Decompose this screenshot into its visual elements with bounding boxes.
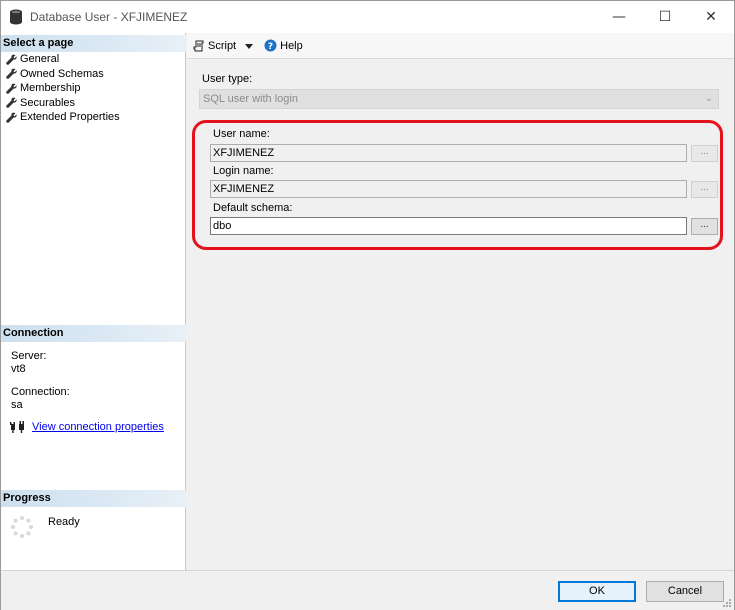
dialog-button-bar: OK Cancel xyxy=(1,570,734,610)
script-label: Script xyxy=(208,39,237,52)
view-connection-properties-link[interactable]: View connection properties xyxy=(32,421,164,433)
maximize-icon: ☐ xyxy=(658,9,672,25)
login-name-label: Login name: xyxy=(213,165,274,177)
cancel-button[interactable]: Cancel xyxy=(646,581,724,602)
toolbar: Script ? Help xyxy=(187,33,734,59)
page-item-owned-schemas[interactable]: Owned Schemas xyxy=(1,67,186,82)
user-name-field[interactable]: XFJIMENEZ xyxy=(210,144,687,162)
progress-status: Ready xyxy=(48,516,80,528)
page-item-label: Owned Schemas xyxy=(20,67,104,80)
resize-grip-icon[interactable] xyxy=(722,598,732,608)
user-name-browse-button[interactable]: ... xyxy=(691,145,718,162)
page-item-label: Securables xyxy=(20,96,76,109)
default-schema-label: Default schema: xyxy=(213,202,293,214)
help-label: Help xyxy=(280,39,303,52)
wrench-icon xyxy=(6,83,17,94)
connection-plug-icon xyxy=(10,421,24,433)
svg-text:?: ? xyxy=(268,42,273,52)
user-type-value: SQL user with login xyxy=(203,93,298,105)
login-name-field[interactable]: XFJIMENEZ xyxy=(210,180,687,198)
close-icon: ✕ xyxy=(705,9,717,25)
page-item-label: Extended Properties xyxy=(20,111,120,124)
user-type-label: User type: xyxy=(202,73,253,85)
minimize-button[interactable]: — xyxy=(596,1,642,33)
title-bar: Database User - XFJIMENEZ — ☐ ✕ xyxy=(1,1,734,33)
window-title: Database User - XFJIMENEZ xyxy=(30,10,188,24)
left-pane: Select a page General Owned Schemas Memb… xyxy=(1,33,186,570)
general-page-content: User type: SQL user with login ⌄ User na… xyxy=(187,60,734,570)
login-name-browse-button[interactable]: ... xyxy=(691,181,718,198)
window-controls: — ☐ ✕ xyxy=(596,1,734,33)
wrench-icon xyxy=(6,68,17,80)
server-label: Server: xyxy=(11,350,47,362)
connection-value: sa xyxy=(11,399,23,411)
user-name-label: User name: xyxy=(213,128,270,140)
page-item-extended-properties[interactable]: Extended Properties xyxy=(1,110,186,125)
help-icon: ? xyxy=(264,39,277,52)
default-schema-browse-button[interactable]: ... xyxy=(691,218,718,235)
server-info: Server: vt8 xyxy=(11,350,46,375)
wrench-icon xyxy=(6,54,17,65)
script-icon xyxy=(193,40,204,51)
chevron-down-icon xyxy=(245,43,254,49)
wrench-icon xyxy=(6,112,17,123)
default-schema-field[interactable]: dbo xyxy=(210,217,687,235)
progress-row: Ready xyxy=(10,515,80,539)
script-button[interactable]: Script xyxy=(193,40,256,52)
page-item-membership[interactable]: Membership xyxy=(1,81,186,96)
database-icon xyxy=(10,9,22,25)
page-item-general[interactable]: General xyxy=(1,52,186,67)
chevron-down-icon: ⌄ xyxy=(704,93,713,104)
user-type-combo[interactable]: SQL user with login ⌄ xyxy=(199,89,719,109)
page-list: General Owned Schemas Membership Securab… xyxy=(1,52,186,125)
wrench-icon xyxy=(6,97,17,109)
select-page-header: Select a page xyxy=(1,35,186,52)
view-connection-row: View connection properties xyxy=(10,421,164,433)
connection-info: Connection: sa xyxy=(11,386,70,411)
database-user-dialog: Database User - XFJIMENEZ — ☐ ✕ Select a… xyxy=(0,0,735,610)
minimize-icon: — xyxy=(612,9,626,25)
page-item-securables[interactable]: Securables xyxy=(1,96,186,111)
progress-spinner-icon xyxy=(11,516,33,538)
page-item-label: General xyxy=(20,53,60,66)
close-button[interactable]: ✕ xyxy=(688,1,734,33)
connection-header: Connection xyxy=(1,325,186,342)
server-value: vt8 xyxy=(11,363,26,375)
maximize-button[interactable]: ☐ xyxy=(642,1,688,33)
connection-label: Connection: xyxy=(11,386,70,398)
ok-button[interactable]: OK xyxy=(558,581,636,602)
help-button[interactable]: ? Help xyxy=(264,39,303,52)
progress-header: Progress xyxy=(1,490,186,507)
page-item-label: Membership xyxy=(20,82,81,95)
